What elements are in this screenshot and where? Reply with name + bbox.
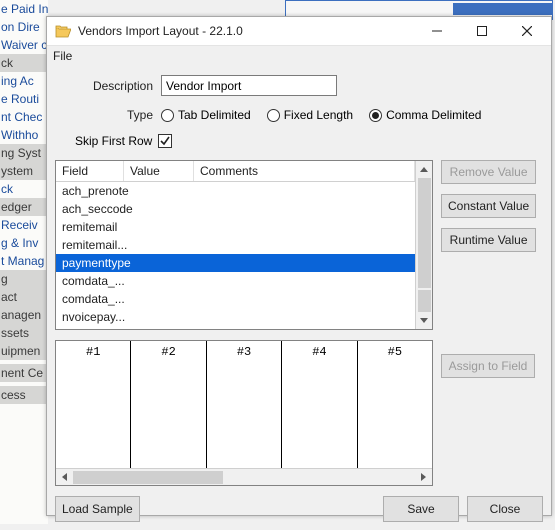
dialog-window: Vendors Import Layout - 22.1.0 File Desc…: [46, 16, 552, 516]
scroll-up-arrow-icon[interactable]: [416, 161, 432, 178]
preview-col[interactable]: #5: [358, 341, 432, 468]
bg-item: ystem: [0, 162, 48, 180]
load-sample-button[interactable]: Load Sample: [55, 496, 140, 522]
skip-first-row-checkbox[interactable]: [158, 134, 172, 148]
bg-item: anagen: [0, 306, 48, 324]
grid-row[interactable]: comdata_...: [56, 272, 415, 290]
grid-row[interactable]: remitemail...: [56, 236, 415, 254]
grid-row[interactable]: ven_dbe: [56, 326, 415, 329]
remove-value-button[interactable]: Remove Value: [441, 160, 536, 184]
scroll-right-arrow-icon[interactable]: [415, 469, 432, 485]
fields-grid[interactable]: Field Value Comments ach_prenote ach_sec…: [55, 160, 433, 330]
grid-row[interactable]: nvoicepay...: [56, 308, 415, 326]
preview-col[interactable]: #2: [131, 341, 206, 468]
radio-icon: [267, 109, 280, 122]
background-sidebar: e Paid Invoices on Dire Waiver c ck ing …: [0, 0, 48, 524]
grid-header: Field Value Comments: [56, 161, 415, 182]
bg-item: t Manag: [0, 252, 48, 270]
type-label: Type: [55, 108, 161, 122]
scroll-thumb[interactable]: [73, 471, 223, 484]
description-label: Description: [55, 79, 161, 93]
col-value[interactable]: Value: [124, 161, 194, 181]
scroll-down-arrow-icon[interactable]: [416, 312, 432, 329]
assign-to-field-button[interactable]: Assign to Field: [441, 354, 535, 378]
radio-icon: [161, 109, 174, 122]
grid-rows: ach_prenote ach_seccode remitemail remit…: [56, 182, 415, 329]
check-icon: [159, 135, 171, 147]
bg-item: nt Chec: [0, 108, 48, 126]
bg-item: Waiver c: [0, 36, 48, 54]
bg-item: cess: [0, 386, 48, 404]
folder-open-icon: [55, 23, 71, 39]
bg-item: edger: [0, 198, 48, 216]
bg-item: on Dire: [0, 18, 48, 36]
radio-icon: [369, 109, 382, 122]
horizontal-scrollbar[interactable]: [56, 468, 432, 485]
grid-row[interactable]: remitemail: [56, 218, 415, 236]
menu-file[interactable]: File: [53, 49, 72, 63]
radio-tab-delimited[interactable]: Tab Delimited: [161, 108, 251, 122]
bg-item: e Routi: [0, 90, 48, 108]
bg-item: ck: [0, 54, 48, 72]
grid-row[interactable]: ach_seccode: [56, 200, 415, 218]
minimize-button[interactable]: [414, 17, 459, 45]
bg-item: e Paid Invoices: [0, 0, 48, 18]
preview-grid[interactable]: #1 #2 #3 #4 #5: [55, 340, 433, 486]
description-input[interactable]: [161, 75, 337, 96]
bg-item: ck: [0, 180, 48, 198]
bg-item: ng Syst: [0, 144, 48, 162]
col-field[interactable]: Field: [56, 161, 124, 181]
skip-first-row-label: Skip First Row: [75, 134, 152, 148]
bg-item: ssets: [0, 324, 48, 342]
preview-col[interactable]: #1: [56, 341, 131, 468]
bg-panel: [453, 3, 553, 15]
preview-col[interactable]: #4: [282, 341, 357, 468]
menubar: File: [47, 46, 551, 65]
constant-value-button[interactable]: Constant Value: [441, 194, 536, 218]
runtime-value-button[interactable]: Runtime Value: [441, 228, 536, 252]
titlebar[interactable]: Vendors Import Layout - 22.1.0: [47, 17, 551, 46]
col-comments[interactable]: Comments: [194, 161, 415, 181]
bg-item: act: [0, 288, 48, 306]
radio-comma-delimited[interactable]: Comma Delimited: [369, 108, 481, 122]
scroll-thumb[interactable]: [418, 290, 431, 312]
bg-item: Receiv: [0, 216, 48, 234]
maximize-button[interactable]: [459, 17, 504, 45]
grid-row[interactable]: ach_prenote: [56, 182, 415, 200]
close-dialog-button[interactable]: Close: [467, 496, 543, 522]
bg-item: g & Inv: [0, 234, 48, 252]
radio-label-text: Fixed Length: [284, 108, 353, 122]
radio-label-text: Comma Delimited: [386, 108, 481, 122]
bg-item: uipmen: [0, 342, 48, 360]
bg-item: nent Ce: [0, 364, 48, 382]
grid-row[interactable]: comdata_...: [56, 290, 415, 308]
bg-item: Withho: [0, 126, 48, 144]
vertical-scrollbar[interactable]: [415, 161, 432, 329]
radio-label-text: Tab Delimited: [178, 108, 251, 122]
close-button[interactable]: [504, 17, 549, 45]
scroll-left-arrow-icon[interactable]: [56, 469, 73, 485]
bg-item: ing Ac: [0, 72, 48, 90]
scroll-thumb[interactable]: [418, 178, 431, 288]
radio-fixed-length[interactable]: Fixed Length: [267, 108, 353, 122]
save-button[interactable]: Save: [383, 496, 459, 522]
grid-row-selected[interactable]: paymenttype: [56, 254, 415, 272]
bg-item: g: [0, 270, 48, 288]
window-title: Vendors Import Layout - 22.1.0: [78, 24, 414, 38]
preview-col[interactable]: #3: [207, 341, 282, 468]
